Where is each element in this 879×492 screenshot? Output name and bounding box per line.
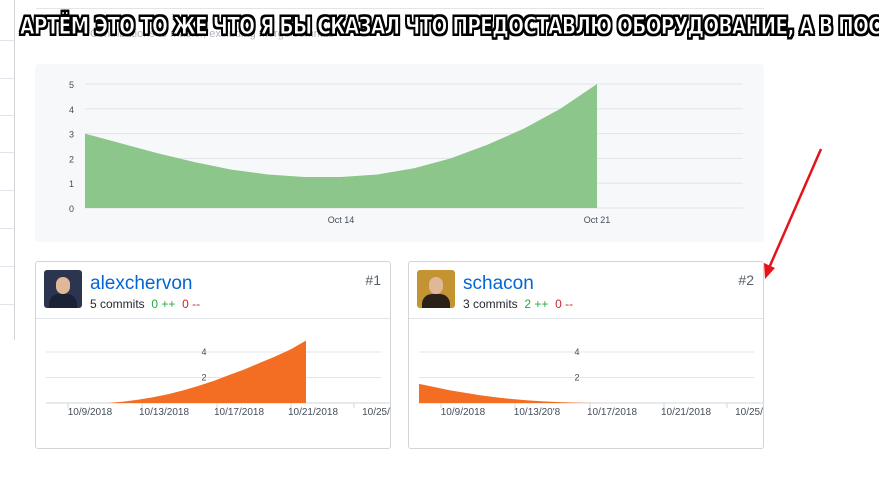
red-arrow-annotation: [764, 148, 823, 279]
arrow-shaft: [767, 148, 823, 269]
